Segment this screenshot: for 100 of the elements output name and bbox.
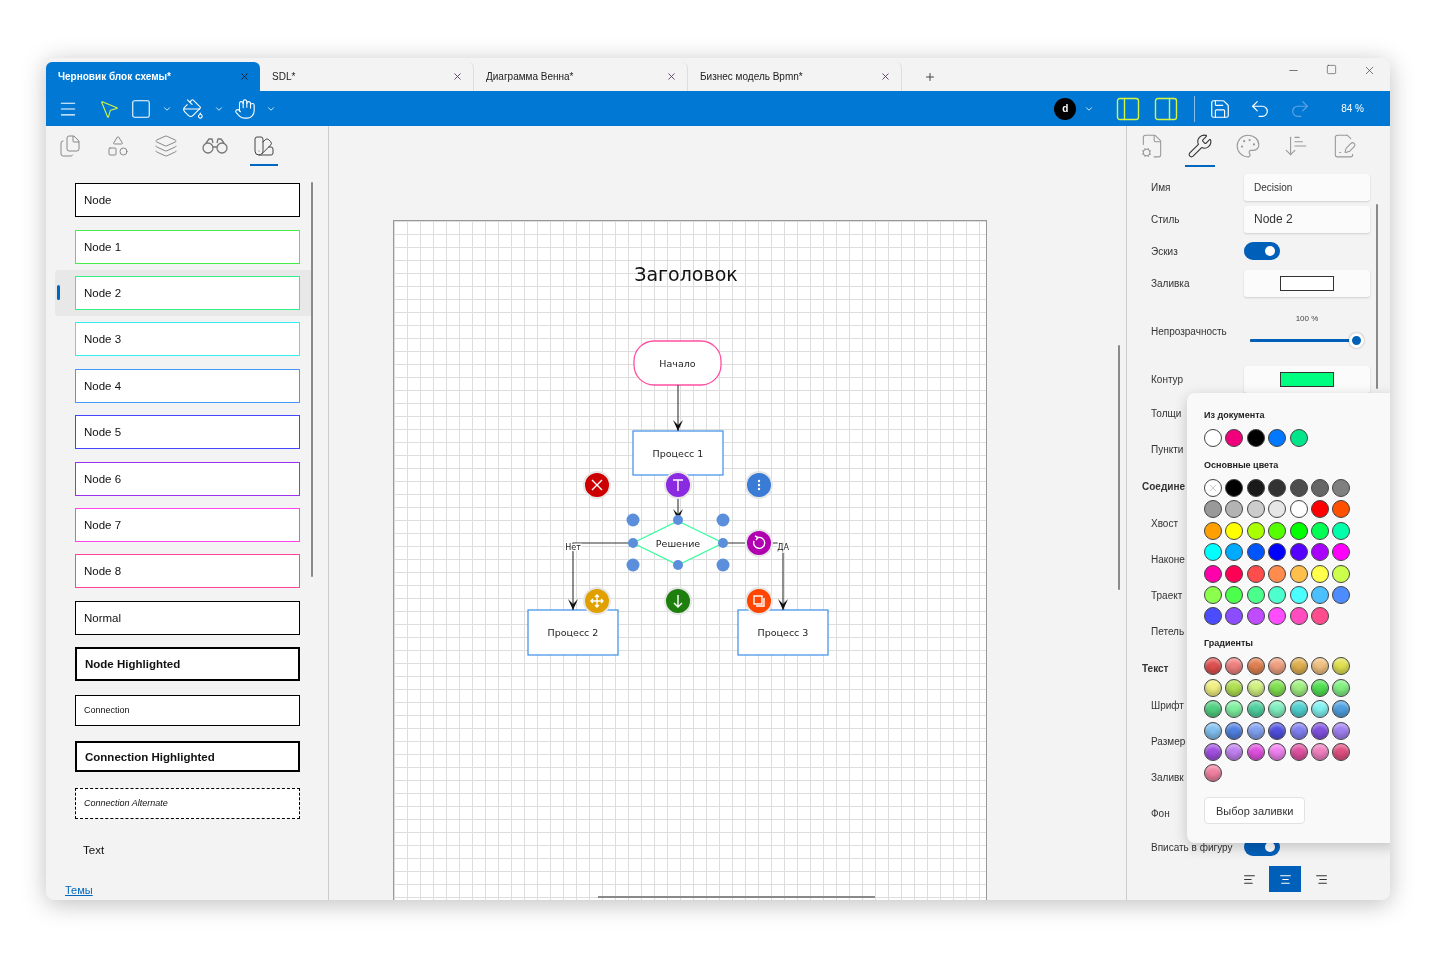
gradient-swatch[interactable]	[1225, 721, 1244, 740]
selection-handle[interactable]	[716, 513, 730, 527]
color-swatch[interactable]	[1310, 521, 1329, 540]
gradient-swatch[interactable]	[1225, 678, 1244, 697]
close-tab-button[interactable]	[452, 71, 463, 82]
action-button[interactable]	[583, 471, 611, 499]
color-swatch[interactable]	[1289, 521, 1308, 540]
style-item[interactable]: Node Highlighted	[75, 647, 300, 682]
color-swatch[interactable]	[1225, 500, 1244, 519]
style-item[interactable]: Node 2	[75, 275, 300, 310]
close-button[interactable]	[1363, 64, 1376, 77]
gradient-swatch[interactable]	[1332, 700, 1351, 719]
selection-handle[interactable]	[626, 513, 640, 527]
color-swatch[interactable]	[1332, 543, 1351, 562]
maximize-button[interactable]	[1326, 64, 1337, 77]
user-avatar[interactable]: d	[1054, 97, 1077, 120]
color-swatch[interactable]	[1204, 564, 1222, 583]
gradient-swatch[interactable]	[1332, 742, 1351, 761]
style-item[interactable]: Connection	[75, 695, 300, 726]
gradient-swatch[interactable]	[1310, 700, 1329, 719]
document-tab[interactable]: Черновик блок схемы*	[46, 62, 260, 91]
style-item[interactable]: Node	[75, 183, 300, 218]
style-item[interactable]: Node 6	[75, 461, 300, 496]
toggle-switch[interactable]	[1244, 242, 1280, 260]
gradient-swatch[interactable]	[1225, 742, 1244, 761]
color-swatch[interactable]	[1204, 500, 1222, 519]
gradient-swatch[interactable]	[1246, 742, 1265, 761]
color-swatch[interactable]	[1332, 500, 1351, 519]
gradient-swatch[interactable]	[1289, 721, 1308, 740]
gradient-swatch[interactable]	[1310, 657, 1329, 676]
color-swatch[interactable]	[1332, 521, 1351, 540]
close-tab-button[interactable]	[880, 71, 891, 82]
gradient-swatch[interactable]	[1204, 764, 1222, 783]
color-swatch[interactable]	[1246, 607, 1265, 626]
style-item[interactable]: Normal	[75, 600, 300, 635]
no-color-swatch[interactable]	[1204, 479, 1222, 497]
color-swatch[interactable]	[1268, 585, 1287, 604]
color-swatch[interactable]	[1268, 543, 1287, 562]
gradient-swatch[interactable]	[1332, 721, 1351, 740]
color-swatch[interactable]	[1310, 500, 1329, 519]
color-swatch[interactable]	[1268, 564, 1287, 583]
color-swatch[interactable]	[1246, 585, 1265, 604]
close-tab-button[interactable]	[239, 71, 250, 82]
zoom-level[interactable]: 84 %	[1341, 103, 1364, 114]
color-swatch[interactable]	[1246, 521, 1265, 540]
color-swatch[interactable]	[1204, 429, 1222, 447]
selection-handle[interactable]	[626, 558, 640, 572]
gradient-swatch[interactable]	[1289, 678, 1308, 697]
color-swatch[interactable]	[1204, 543, 1222, 562]
gradient-swatch[interactable]	[1268, 742, 1287, 761]
color-swatch[interactable]	[1225, 543, 1244, 562]
gradient-swatch[interactable]	[1246, 721, 1265, 740]
property-field[interactable]: Node 2	[1244, 205, 1370, 233]
hand-tool[interactable]	[232, 97, 258, 120]
color-swatch[interactable]	[1225, 429, 1244, 447]
color-swatch[interactable]	[1289, 607, 1308, 626]
align-button[interactable]	[1269, 866, 1301, 892]
color-swatch[interactable]	[1289, 585, 1308, 604]
color-swatch[interactable]	[1204, 607, 1222, 626]
color-swatch[interactable]	[1310, 607, 1329, 626]
color-swatch[interactable]	[1289, 479, 1308, 497]
selection-handle[interactable]	[718, 538, 728, 548]
gradient-swatch[interactable]	[1332, 678, 1351, 697]
color-swatch[interactable]	[1246, 500, 1265, 519]
style-item[interactable]: Node 3	[75, 322, 300, 357]
style-item[interactable]: Connection Highlighted	[75, 741, 300, 773]
color-swatch[interactable]	[1289, 429, 1308, 447]
style-item[interactable]: Connection Alternate	[75, 787, 300, 819]
color-swatch[interactable]	[1225, 521, 1244, 540]
action-button[interactable]	[745, 471, 773, 499]
color-swatch[interactable]	[1204, 521, 1222, 540]
gradient-swatch[interactable]	[1268, 721, 1287, 740]
gradient-swatch[interactable]	[1310, 721, 1329, 740]
color-swatch[interactable]	[1225, 607, 1244, 626]
gradient-swatch[interactable]	[1225, 700, 1244, 719]
color-swatch[interactable]	[1310, 479, 1329, 497]
gradient-swatch[interactable]	[1268, 657, 1287, 676]
style-item[interactable]: Node 1	[75, 229, 300, 264]
color-swatch[interactable]	[1246, 429, 1265, 447]
gradient-swatch[interactable]	[1310, 678, 1329, 697]
close-tab-button[interactable]	[666, 71, 677, 82]
gradient-swatch[interactable]	[1204, 657, 1222, 676]
color-swatch[interactable]	[1204, 585, 1222, 604]
gradient-swatch[interactable]	[1204, 742, 1222, 761]
color-swatch[interactable]	[1225, 479, 1244, 497]
gradient-swatch[interactable]	[1289, 700, 1308, 719]
gradient-swatch[interactable]	[1204, 721, 1222, 740]
color-swatch[interactable]	[1289, 543, 1308, 562]
action-button[interactable]	[664, 587, 692, 615]
style-item[interactable]: Node 4	[75, 368, 300, 403]
color-swatch[interactable]	[1289, 564, 1308, 583]
color-swatch[interactable]	[1268, 521, 1287, 540]
gradient-swatch[interactable]	[1289, 657, 1308, 676]
color-picker-button[interactable]	[1244, 269, 1370, 297]
action-button[interactable]	[745, 529, 773, 557]
style-item[interactable]: Text	[75, 832, 300, 867]
color-swatch[interactable]	[1225, 564, 1244, 583]
color-swatch[interactable]	[1246, 564, 1265, 583]
color-swatch[interactable]	[1310, 585, 1329, 604]
color-swatch[interactable]	[1246, 543, 1265, 562]
